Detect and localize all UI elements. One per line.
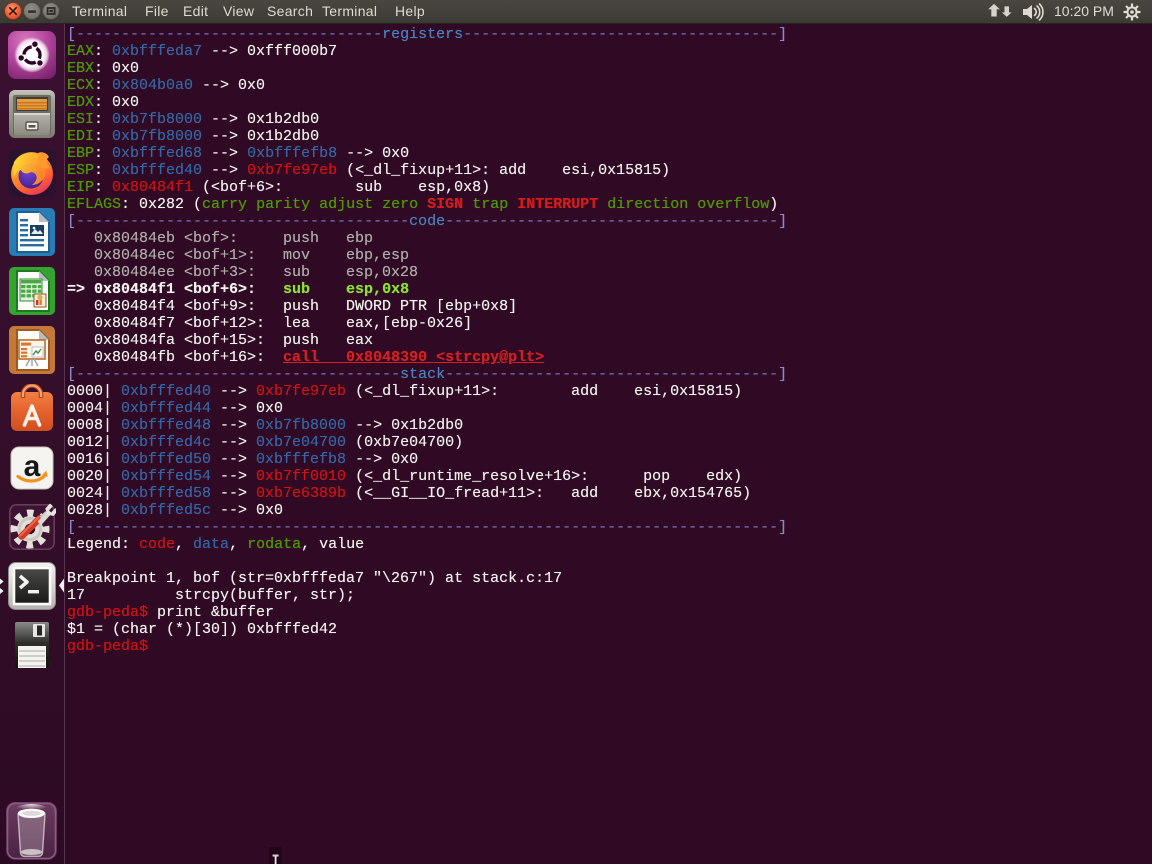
svg-text:a: a — [24, 450, 41, 483]
